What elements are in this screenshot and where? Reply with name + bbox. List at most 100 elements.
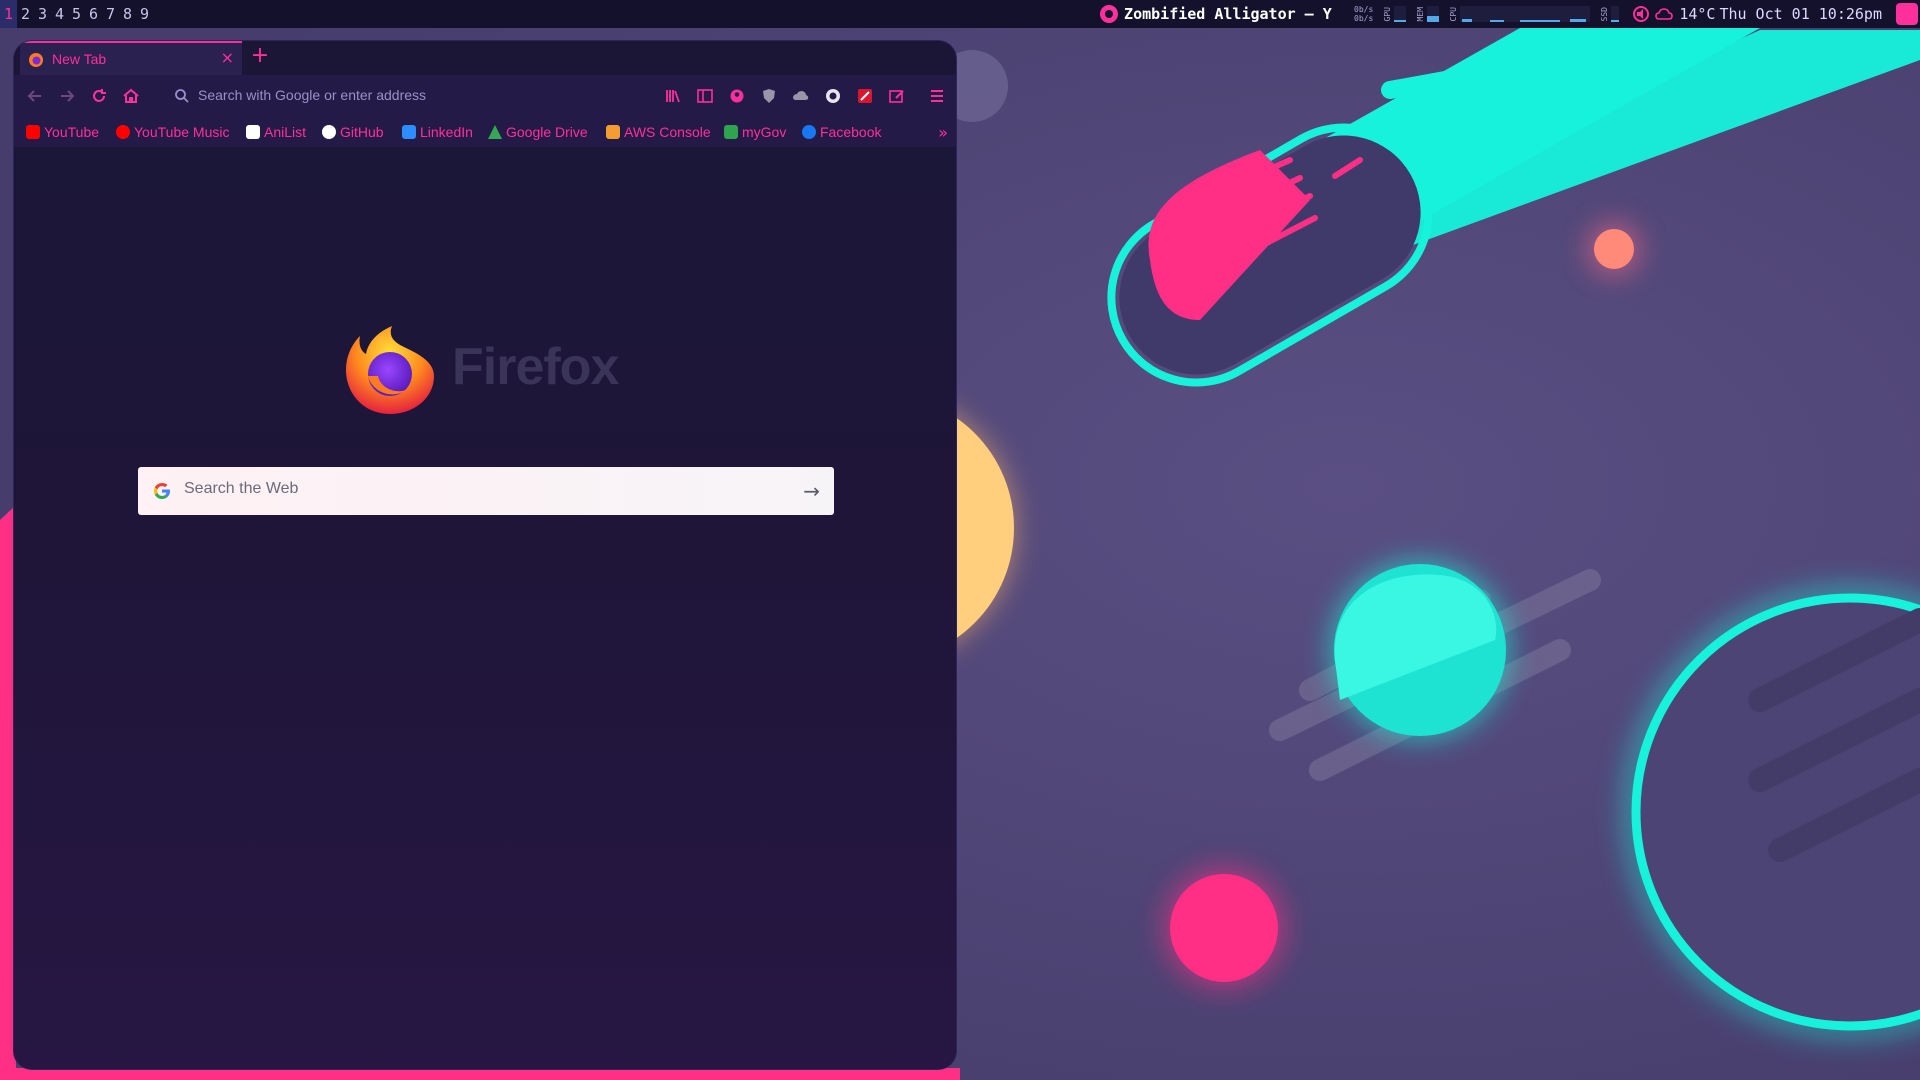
workspace-4[interactable]: 4 [51,0,68,28]
music-player-icon[interactable] [1100,5,1119,23]
extension-pen-button[interactable] [854,85,876,107]
mem-meter [1427,6,1440,22]
now-playing-title[interactable]: Zombified Alligator – Y [1124,5,1334,23]
forward-button[interactable] [56,85,78,107]
workspace-6[interactable]: 6 [85,0,102,28]
bookmark-anilist[interactable]: AniList [246,123,306,141]
edit-extension-icon [889,90,904,103]
volume-icon[interactable] [1633,6,1650,22]
home-button[interactable] [120,85,142,107]
workspace-5[interactable]: 5 [68,0,85,28]
back-arrow-icon [27,90,41,102]
extension-cloud-button[interactable] [790,85,812,107]
bookmark-label: LinkedIn [420,124,473,140]
network-up: 0b/s [1354,5,1374,14]
bookmark-github[interactable]: GitHub [322,123,384,141]
address-bar[interactable]: Search with Google or enter address [164,81,650,111]
bookmarks-toolbar: YouTube YouTube Music AniList GitHub Lin… [14,117,956,147]
cloud-extension-icon [793,91,809,100]
tab-new-tab[interactable]: New Tab × [20,41,242,75]
reload-icon [93,89,106,102]
facebook-icon [802,125,816,139]
cpu-graph [1460,6,1591,22]
bookmark-facebook[interactable]: Facebook [802,123,881,141]
web-search-placeholder: Search the Web [184,480,299,497]
account-icon [730,89,744,103]
workspace-1[interactable]: 1 [0,0,17,28]
workspace-switcher: 1 2 3 4 5 6 7 8 9 [0,0,153,28]
google-icon [154,483,170,499]
ublock-extension-button[interactable] [758,85,780,107]
tab-bar: New Tab × + [14,41,956,75]
bookmark-label: GitHub [340,124,384,140]
search-submit-arrow-icon[interactable]: → [803,479,820,503]
bookmark-label: Google Drive [506,124,588,140]
bookmark-youtube-music[interactable]: YouTube Music [116,123,229,141]
firefox-wordmark: Firefox [452,338,619,396]
new-tab-button[interactable]: + [246,43,274,68]
youtube-music-icon [116,125,130,139]
tab-title: New Tab [52,51,107,67]
bookmark-youtube[interactable]: YouTube [26,123,99,141]
search-icon [175,89,189,103]
linkedin-icon [402,125,416,139]
firefox-window: New Tab × + Search with Google or enter … [14,41,956,1069]
network-speed: 0b/s 0b/s [1354,5,1373,23]
reload-button[interactable] [88,85,110,107]
bookmark-google-drive[interactable]: Google Drive [488,123,588,141]
mem-label: MEM [1416,6,1426,22]
firefox-favicon-icon [29,53,43,67]
pen-extension-icon [858,89,872,103]
back-button[interactable] [24,85,46,107]
web-search-box[interactable]: Search the Web → [138,467,834,515]
bookmark-label: AniList [264,124,307,140]
aws-icon [606,125,620,139]
shield-icon [763,89,775,103]
github-icon [322,125,336,139]
youtube-icon [26,125,40,139]
bookmark-label: YouTube Music [134,124,230,140]
gpu-meter [1394,6,1407,22]
chat-extension-icon [826,89,840,103]
systray-indicator[interactable] [1896,3,1918,25]
ssd-label: SSD [1600,6,1610,22]
firefox-logo-icon [346,326,434,414]
navigation-toolbar: Search with Google or enter address [14,75,956,117]
bookmark-mygov[interactable]: myGov [724,123,786,141]
sidebar-button[interactable] [694,85,716,107]
workspace-2[interactable]: 2 [17,0,34,28]
sidebar-icon [697,89,713,103]
bookmark-label: AWS Console [624,124,711,140]
bookmark-aws-console[interactable]: AWS Console [606,123,711,141]
mygov-icon [724,125,738,139]
library-button[interactable] [662,85,684,107]
extension-chat-button[interactable] [822,85,844,107]
google-drive-icon [488,125,502,139]
anilist-icon [246,125,260,139]
clock[interactable]: Thu Oct 01 10:26pm [1719,5,1882,23]
workspace-9[interactable]: 9 [136,0,153,28]
menu-button[interactable] [926,85,948,107]
forward-arrow-icon [61,90,75,102]
bookmarks-overflow-icon[interactable]: » [938,123,948,142]
ssd-meter [1611,6,1620,22]
bookmark-label: myGov [742,124,787,140]
close-tab-icon[interactable]: × [221,48,234,67]
bookmark-linkedin[interactable]: LinkedIn [402,123,473,141]
extension-edit-button[interactable] [886,85,908,107]
status-widgets: Zombified Alligator – Y 0b/s 0b/s GPU ME… [1100,0,1920,28]
workspace-8[interactable]: 8 [119,0,136,28]
workspace-3[interactable]: 3 [34,0,51,28]
account-button[interactable] [726,85,748,107]
weather-temperature: 14°C [1679,5,1716,23]
home-icon [123,88,139,103]
weather-cloud-icon [1655,8,1674,20]
workspace-7[interactable]: 7 [102,0,119,28]
cpu-graph-bars [1462,19,1587,22]
hamburger-menu-icon [931,90,943,102]
gpu-label: GPU [1383,6,1393,22]
address-bar-placeholder: Search with Google or enter address [198,87,427,103]
status-bar: 1 2 3 4 5 6 7 8 9 Zombified Alligator – … [0,0,1920,28]
cpu-label: CPU [1449,6,1459,22]
new-tab-page: Firefox Search the Web → [14,147,956,1069]
